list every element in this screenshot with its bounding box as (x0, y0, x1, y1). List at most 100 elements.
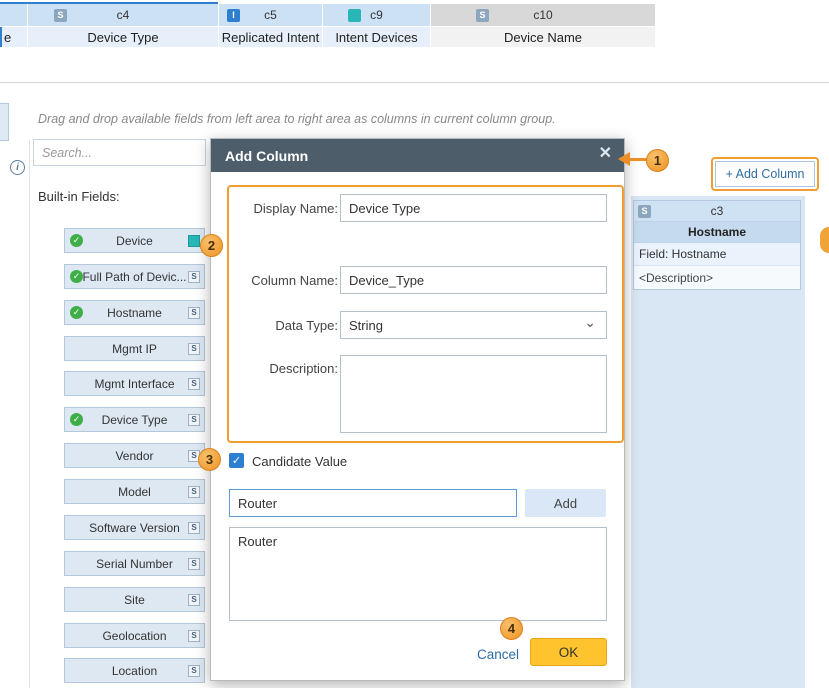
column-card-header: S c3 (634, 201, 800, 222)
column-id: c9 (370, 8, 383, 22)
check-icon: ✓ (70, 270, 83, 283)
scalar-type-icon: S (188, 343, 200, 355)
field-item-model[interactable]: Model S (64, 479, 205, 504)
scalar-type-icon: S (188, 665, 200, 677)
column-header-c5[interactable]: I c5 (219, 4, 322, 26)
field-item-hostname[interactable]: ✓ Hostname S (64, 300, 205, 325)
scalar-type-icon: S (188, 522, 200, 534)
field-label: Vendor (115, 449, 153, 463)
ok-button[interactable]: OK (530, 638, 607, 666)
description-textarea[interactable] (340, 355, 607, 433)
add-candidate-button[interactable]: Add (525, 489, 606, 517)
scalar-type-icon: S (188, 558, 200, 570)
field-item-mgmt-interface[interactable]: Mgmt Interface S (64, 371, 205, 396)
field-label: Hostname (107, 306, 162, 320)
partial-field-button (0, 103, 9, 141)
field-label: Device (116, 234, 153, 248)
field-item-device[interactable]: ✓ Device (64, 228, 205, 253)
column-header-partial[interactable] (0, 4, 27, 26)
column-name-input[interactable] (340, 266, 607, 294)
scalar-type-icon: S (188, 414, 200, 426)
column-header-c4[interactable]: S c4 (28, 4, 218, 26)
annotation-arrow-icon (618, 152, 630, 166)
column-card-c3[interactable]: S c3 Hostname Field: Hostname <Descripti… (633, 200, 801, 290)
column-id: c5 (264, 8, 277, 22)
scalar-type-icon: S (188, 378, 200, 390)
check-icon: ✓ (70, 234, 83, 247)
column-name-c5[interactable]: Replicated Intent (219, 27, 322, 47)
column-name-partial[interactable]: e (0, 27, 27, 47)
column-name-c9[interactable]: Intent Devices (323, 27, 430, 47)
column-id: c10 (533, 8, 552, 22)
field-label: Serial Number (96, 557, 173, 571)
column-name-c4[interactable]: Device Type (28, 27, 218, 47)
column-header-c9[interactable]: c9 (323, 4, 430, 26)
column-group-editor-screen: e S c4 Device Type I c5 Replicated Inten… (0, 0, 829, 688)
field-label: Model (118, 485, 151, 499)
display-name-label: Display Name: (231, 201, 338, 216)
candidate-value-input[interactable] (229, 489, 517, 517)
column-card-field: Field: Hostname (634, 243, 800, 266)
close-icon[interactable]: ✕ (599, 146, 612, 162)
column-card-id: c3 (711, 204, 724, 218)
column-id: c4 (117, 8, 130, 22)
field-item-geolocation[interactable]: Geolocation S (64, 623, 205, 648)
annotation-step-3: 3 (198, 448, 221, 471)
data-type-label: Data Type: (231, 318, 338, 333)
display-name-input[interactable] (340, 194, 607, 222)
field-label: Mgmt IP (112, 342, 157, 356)
field-item-mgmt-ip[interactable]: Mgmt IP S (64, 336, 205, 361)
field-item-software-version[interactable]: Software Version S (64, 515, 205, 540)
device-type-icon (188, 235, 200, 247)
field-item-full-path[interactable]: ✓ Full Path of Devic... S (64, 264, 205, 289)
annotation-step-1: 1 (646, 149, 669, 172)
annotation-fragment (820, 227, 829, 253)
scalar-type-icon: S (188, 630, 200, 642)
field-item-site[interactable]: Site S (64, 587, 205, 612)
cancel-button[interactable]: Cancel (477, 647, 519, 662)
dialog-header[interactable]: Add Column ✕ (211, 139, 624, 172)
dialog-title: Add Column (225, 148, 308, 164)
column-name-label: Column Name: (231, 273, 338, 288)
add-column-button[interactable]: + Add Column (715, 161, 815, 187)
panel-border (29, 140, 30, 688)
field-label: Site (124, 593, 145, 607)
info-icon[interactable]: i (10, 160, 25, 175)
check-icon: ✓ (70, 306, 83, 319)
annotation-step-2: 2 (200, 234, 223, 257)
candidate-list-item[interactable]: Router (230, 528, 606, 555)
column-card-title: Hostname (634, 222, 800, 243)
scalar-type-icon: S (188, 486, 200, 498)
field-item-serial-number[interactable]: Serial Number S (64, 551, 205, 576)
chevron-down-icon: ⌄ (584, 314, 596, 331)
intent-type-icon: I (227, 9, 240, 22)
field-label: Device Type (102, 413, 168, 427)
column-card-description: <Description> (634, 266, 800, 289)
drag-drop-instruction: Drag and drop available fields from left… (38, 112, 638, 126)
field-label: Full Path of Devic... (82, 270, 186, 284)
column-header-c10[interactable]: S c10 (431, 4, 655, 26)
scalar-type-icon: S (188, 307, 200, 319)
annotation-step-4: 4 (500, 617, 523, 640)
candidate-value-label: Candidate Value (252, 454, 347, 469)
check-icon: ✓ (70, 413, 83, 426)
candidate-value-checkbox[interactable]: ✓ (229, 453, 244, 468)
field-label: Mgmt Interface (94, 377, 174, 391)
field-item-device-type[interactable]: ✓ Device Type S (64, 407, 205, 432)
search-input[interactable] (33, 139, 206, 166)
field-label: Location (112, 664, 157, 678)
candidate-value-list[interactable]: Router (229, 527, 607, 621)
scalar-type-icon: S (188, 594, 200, 606)
built-in-fields-label: Built-in Fields: (38, 189, 120, 204)
description-label: Description: (231, 361, 338, 376)
scalar-type-icon: S (476, 9, 489, 22)
field-item-location[interactable]: Location S (64, 658, 205, 683)
scalar-type-icon: S (188, 271, 200, 283)
scalar-type-icon: S (638, 205, 651, 218)
field-label: Geolocation (102, 629, 166, 643)
field-item-vendor[interactable]: Vendor S (64, 443, 205, 468)
section-divider (0, 82, 829, 83)
column-name-c10[interactable]: Device Name (431, 27, 655, 47)
data-type-select[interactable]: String ⌄ (340, 311, 607, 339)
device-type-icon (348, 9, 361, 22)
